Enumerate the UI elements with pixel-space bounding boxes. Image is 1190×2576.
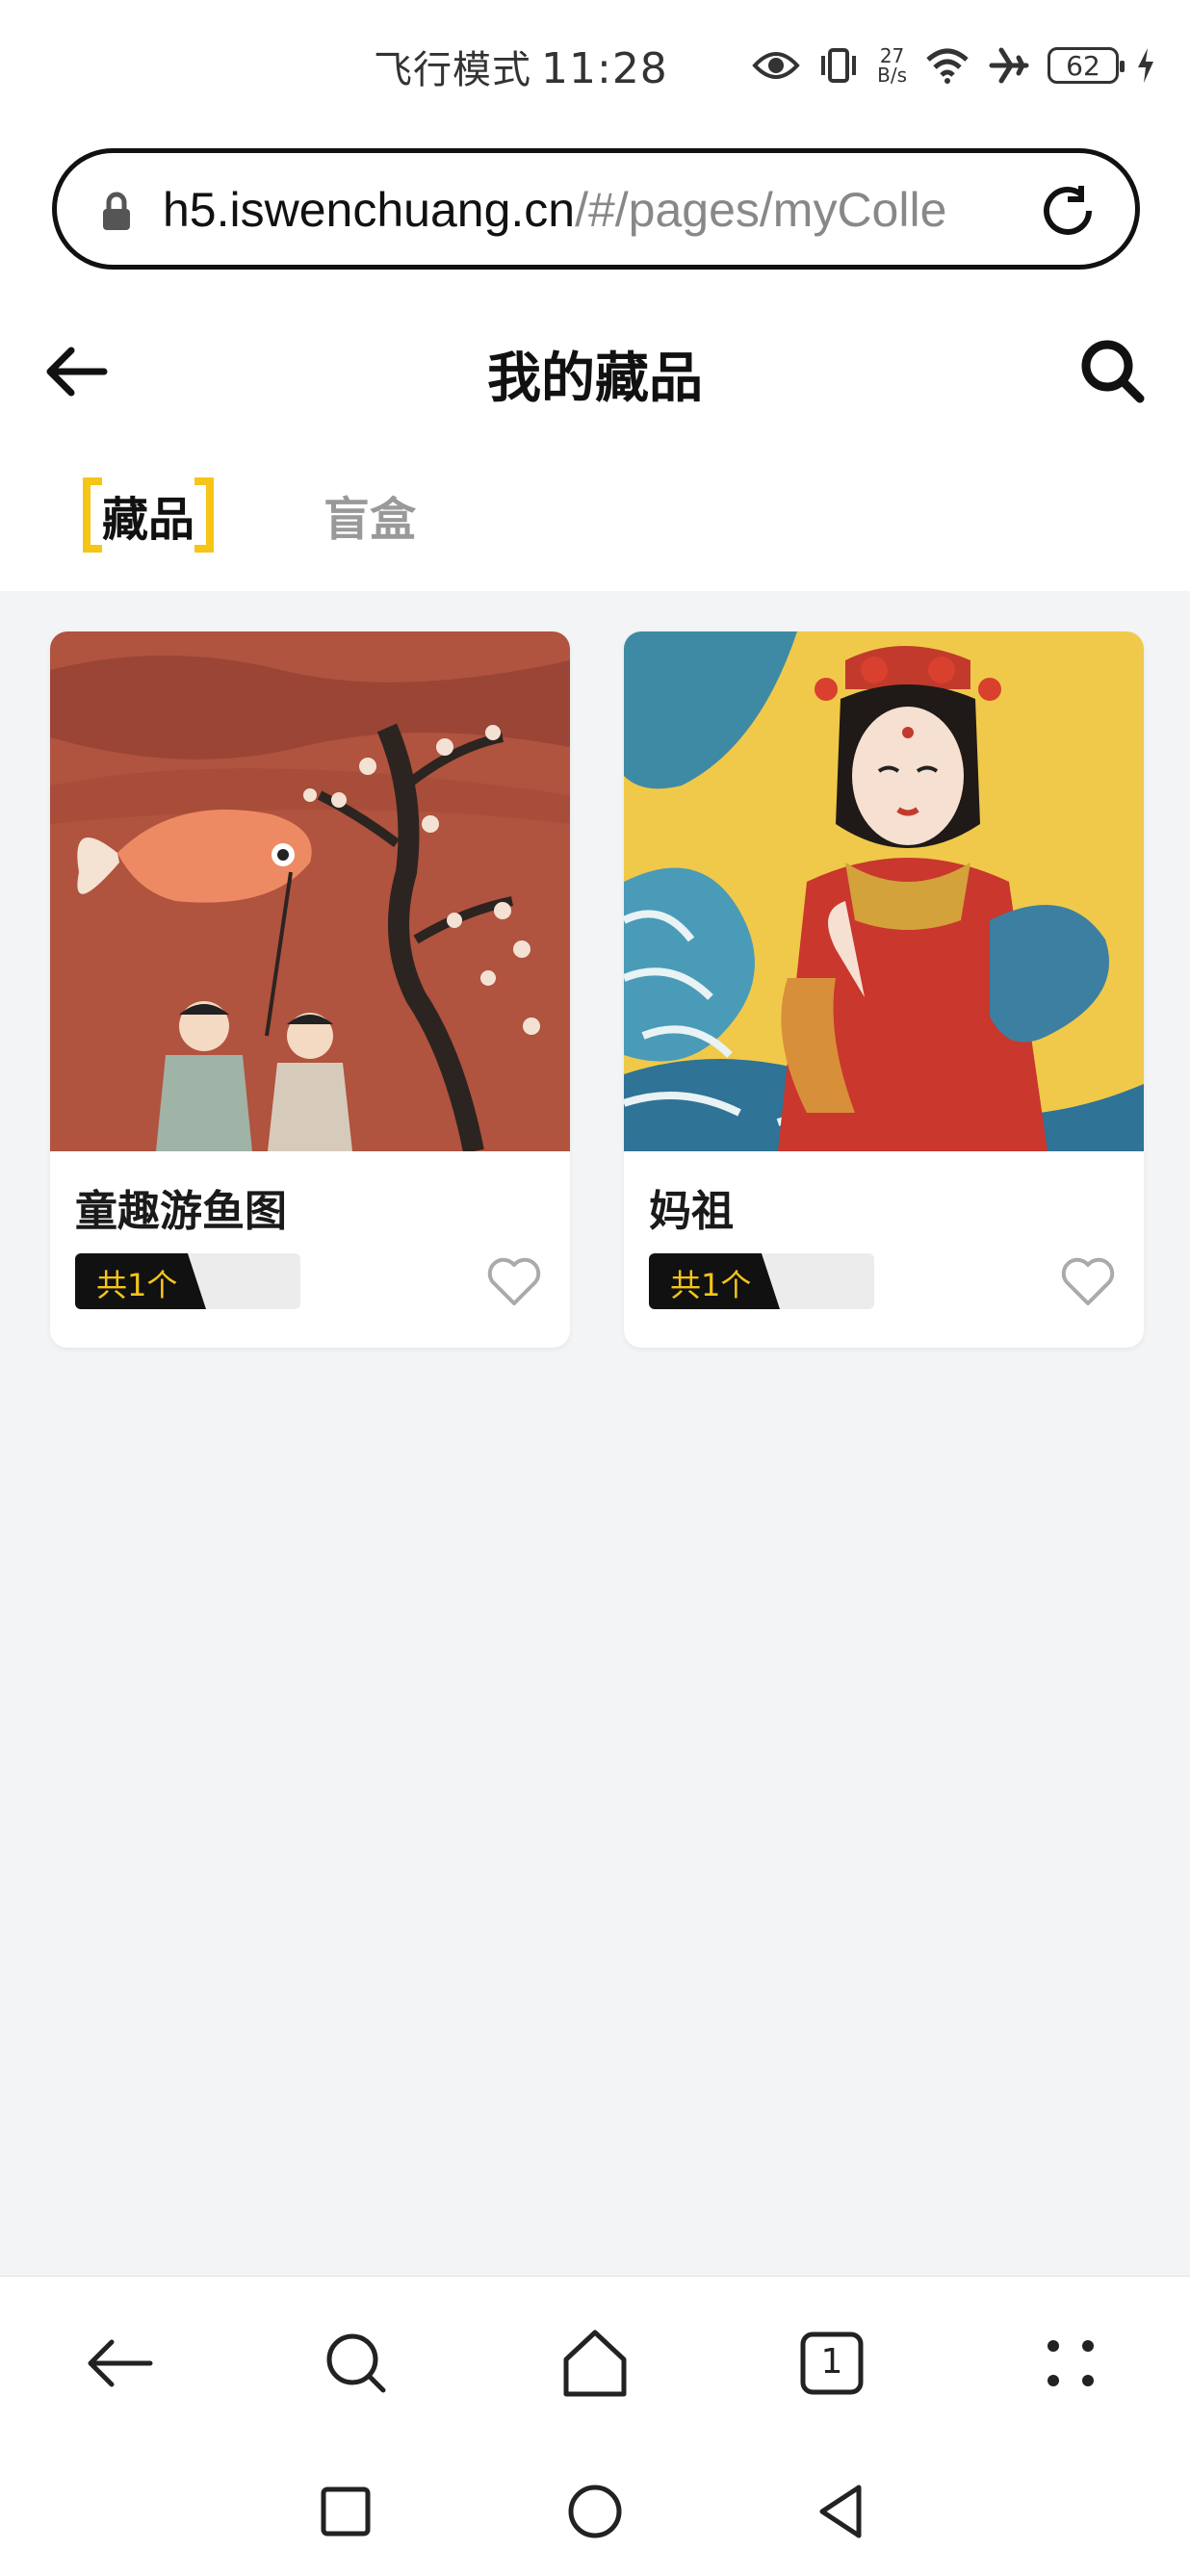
tab-collection-label: 藏品 [102, 493, 195, 547]
reload-icon[interactable] [1037, 180, 1099, 242]
net-speed-unit: B/s [877, 64, 907, 87]
count-text: 共1个 [96, 1267, 178, 1303]
charging-icon [1138, 48, 1153, 83]
card-title: 童趣游鱼图 [75, 1187, 287, 1236]
lock-icon [103, 192, 130, 230]
tab-collection[interactable]: 藏品 [83, 477, 215, 553]
airplane-icon [989, 47, 1029, 84]
page-title: 我的藏品 [487, 348, 703, 410]
vibrate-icon [821, 48, 857, 83]
browser-bottom-nav: 1 [0, 2276, 1190, 2449]
status-time: 11:28 [541, 44, 668, 93]
browser-toolbar: h5.iswenchuang.cn/#/pages/myColle [0, 135, 1190, 298]
tab-bracket-left [83, 477, 102, 553]
search-icon[interactable] [318, 2325, 395, 2402]
artwork-image-mazu [624, 631, 1144, 1151]
home-icon[interactable] [556, 2325, 634, 2402]
status-icons: 27 B/s 62 [752, 39, 1155, 92]
search-icon[interactable] [1074, 333, 1151, 410]
status-bar: 飞行模式 11:28 27 B/s 62 [0, 0, 1190, 135]
tab-bracket-right [194, 477, 215, 553]
menu-dots-icon[interactable] [1032, 2325, 1109, 2402]
net-speed: 27 B/s [877, 46, 907, 85]
artwork-image-fish-kite [50, 631, 570, 1151]
page-header: 我的藏品 [0, 298, 1190, 433]
back-triangle-icon[interactable] [809, 2478, 876, 2545]
count-text: 共1个 [670, 1267, 752, 1303]
system-nav-bar [0, 2449, 1190, 2576]
address-bar[interactable]: h5.iswenchuang.cn/#/pages/myColle [52, 148, 1140, 270]
card-title: 妈祖 [649, 1187, 734, 1236]
tab-count: 1 [820, 2342, 843, 2382]
recent-apps-icon[interactable] [312, 2478, 379, 2545]
battery-icon: 62 [1048, 47, 1125, 84]
heart-icon[interactable] [485, 1255, 543, 1309]
tab-blind-box[interactable]: 盲盒 [323, 481, 416, 549]
net-speed-value: 27 [879, 44, 905, 67]
airplane-mode-label: 飞行模式 [374, 48, 531, 92]
back-arrow-icon[interactable] [81, 2325, 158, 2402]
home-circle-icon[interactable] [561, 2478, 629, 2545]
count-badge: 共1个 [75, 1253, 300, 1309]
url-text[interactable]: h5.iswenchuang.cn/#/pages/myColle [163, 182, 1048, 238]
tab-bar: 藏品 盲盒 [0, 433, 1190, 591]
tabs-button[interactable]: 1 [793, 2325, 870, 2402]
collection-card[interactable]: 童趣游鱼图 共1个 [50, 631, 570, 1348]
count-badge: 共1个 [649, 1253, 874, 1309]
wifi-icon [926, 48, 969, 84]
url-path: /#/pages/myColle [575, 183, 947, 237]
url-host: h5.iswenchuang.cn [163, 183, 576, 237]
collection-card[interactable]: 妈祖 共1个 [624, 631, 1144, 1348]
status-mode-time: 飞行模式 11:28 [374, 39, 668, 94]
eye-icon [752, 52, 800, 79]
heart-icon[interactable] [1059, 1255, 1117, 1309]
